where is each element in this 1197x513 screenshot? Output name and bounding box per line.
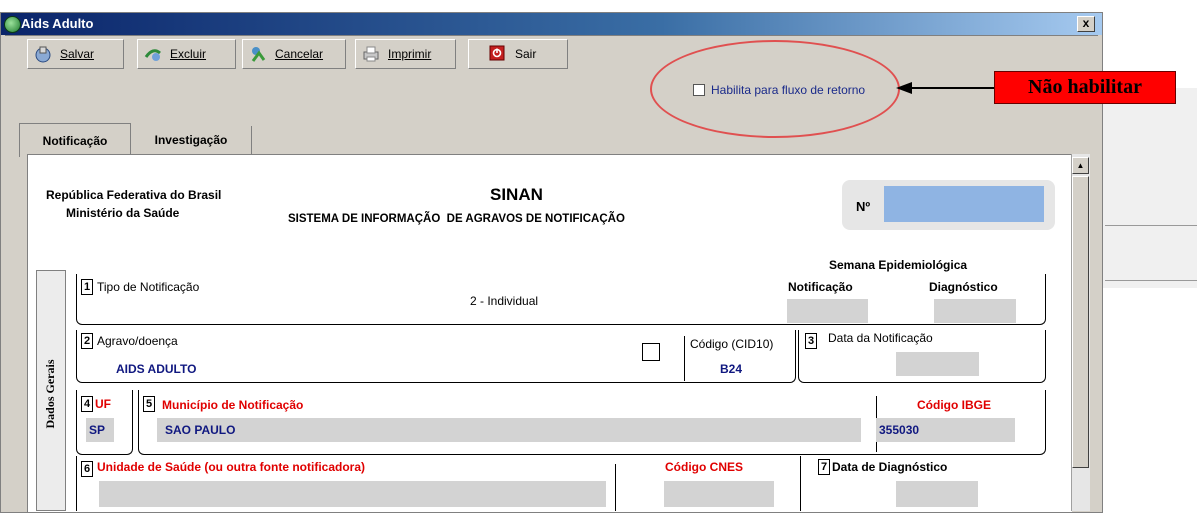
annotation-callout: Não habilitar bbox=[994, 71, 1176, 104]
field-6-number: 6 bbox=[81, 461, 93, 477]
cid-value[interactable]: B24 bbox=[720, 362, 742, 376]
background-window-border bbox=[1105, 280, 1197, 281]
field-6-label: Unidade de Saúde (ou outra fonte notific… bbox=[97, 460, 366, 474]
cancel-icon bbox=[249, 45, 267, 63]
scroll-up-arrow-icon[interactable]: ▲ bbox=[1072, 157, 1089, 174]
annotation-arrow-icon bbox=[896, 82, 995, 94]
cid-label: Código (CID10) bbox=[690, 337, 774, 351]
toolbar-separator bbox=[5, 35, 1098, 36]
cnes-input[interactable] bbox=[664, 481, 774, 507]
field-7-input[interactable] bbox=[896, 481, 978, 507]
field-4-label: UF bbox=[95, 397, 111, 411]
field-5-number: 5 bbox=[143, 396, 155, 412]
field-4-input[interactable]: SP bbox=[86, 418, 114, 442]
print-button[interactable]: Imprimir bbox=[355, 39, 456, 69]
number-label: Nº bbox=[856, 199, 871, 214]
title-bar[interactable]: Aids Adulto x bbox=[1, 13, 1102, 35]
print-label: Imprimir bbox=[388, 47, 432, 61]
ibge-input[interactable]: 355030 bbox=[876, 418, 1015, 442]
cancel-button[interactable]: Cancelar bbox=[242, 39, 346, 69]
exit-icon bbox=[489, 45, 507, 63]
delete-label: Excluir bbox=[170, 47, 207, 61]
exit-label: Sair bbox=[515, 47, 537, 61]
close-button[interactable]: x bbox=[1077, 16, 1095, 32]
delete-icon bbox=[144, 45, 162, 63]
epi-week-title: Semana Epidemiológica bbox=[829, 258, 968, 272]
tab-notificacao-label: Notificação bbox=[42, 133, 108, 148]
field-3-number: 3 bbox=[805, 333, 817, 349]
cancel-label: Cancelar bbox=[275, 47, 324, 61]
app-icon bbox=[4, 16, 21, 33]
field-1-value[interactable]: 2 - Individual bbox=[470, 294, 538, 308]
ministry-label: Ministério da Saúde bbox=[66, 206, 180, 220]
field-4-number: 4 bbox=[81, 396, 93, 412]
exit-button[interactable]: Sair bbox=[468, 39, 568, 69]
save-icon bbox=[34, 45, 52, 63]
field-3-input[interactable] bbox=[896, 352, 979, 376]
system-subtitle: SISTEMA DE INFORMAÇÃO DE AGRAVOS DE NOTI… bbox=[288, 213, 625, 225]
field-1-frame bbox=[76, 274, 1046, 325]
tab-divider bbox=[251, 126, 252, 154]
field-2-checkbox[interactable] bbox=[642, 343, 660, 361]
dados-gerais-label: Dados Gerais bbox=[43, 359, 57, 429]
scroll-thumb[interactable] bbox=[1072, 176, 1089, 468]
epi-week-notification-field[interactable] bbox=[787, 299, 868, 323]
republic-label: República Federativa do Brasil bbox=[46, 188, 222, 202]
window-title: Aids Adulto bbox=[21, 16, 94, 31]
cnes-divider bbox=[615, 464, 616, 511]
tab-notificacao[interactable]: Notificação bbox=[19, 123, 131, 157]
field-5-label: Município de Notificação bbox=[162, 398, 304, 412]
cnes-label: Código CNES bbox=[665, 460, 743, 474]
ibge-label: Código IBGE bbox=[917, 398, 991, 412]
field-2-value[interactable]: AIDS ADULTO bbox=[116, 362, 196, 376]
print-icon bbox=[362, 45, 380, 63]
cid-divider bbox=[684, 336, 685, 381]
epi-week-diagnosis-field[interactable] bbox=[934, 299, 1016, 323]
field-5-input[interactable]: SAO PAULO bbox=[157, 418, 861, 442]
number-field[interactable] bbox=[884, 186, 1044, 222]
save-button[interactable]: Salvar bbox=[27, 39, 124, 69]
annotation-highlight-ellipse bbox=[650, 40, 900, 138]
system-title: SINAN bbox=[490, 185, 543, 204]
field-2-number: 2 bbox=[81, 333, 93, 349]
field-7-number: 7 bbox=[818, 459, 830, 475]
tab-investigacao-label: Investigação bbox=[154, 133, 228, 147]
background-window-strip bbox=[1101, 88, 1197, 288]
field-3-label: Data da Notificação bbox=[828, 331, 933, 345]
background-window-border bbox=[1105, 225, 1197, 226]
field-2-label: Agravo/doença bbox=[97, 334, 178, 348]
field-7-label: Data de Diagnóstico bbox=[832, 460, 948, 474]
field-6-input[interactable] bbox=[99, 481, 606, 507]
save-label: Salvar bbox=[60, 47, 95, 61]
delete-button[interactable]: Excluir bbox=[137, 39, 236, 69]
field-1-label: Tipo de Notificação bbox=[97, 280, 200, 294]
field-1-number: 1 bbox=[81, 279, 93, 295]
tab-investigacao[interactable]: Investigação bbox=[132, 123, 250, 157]
